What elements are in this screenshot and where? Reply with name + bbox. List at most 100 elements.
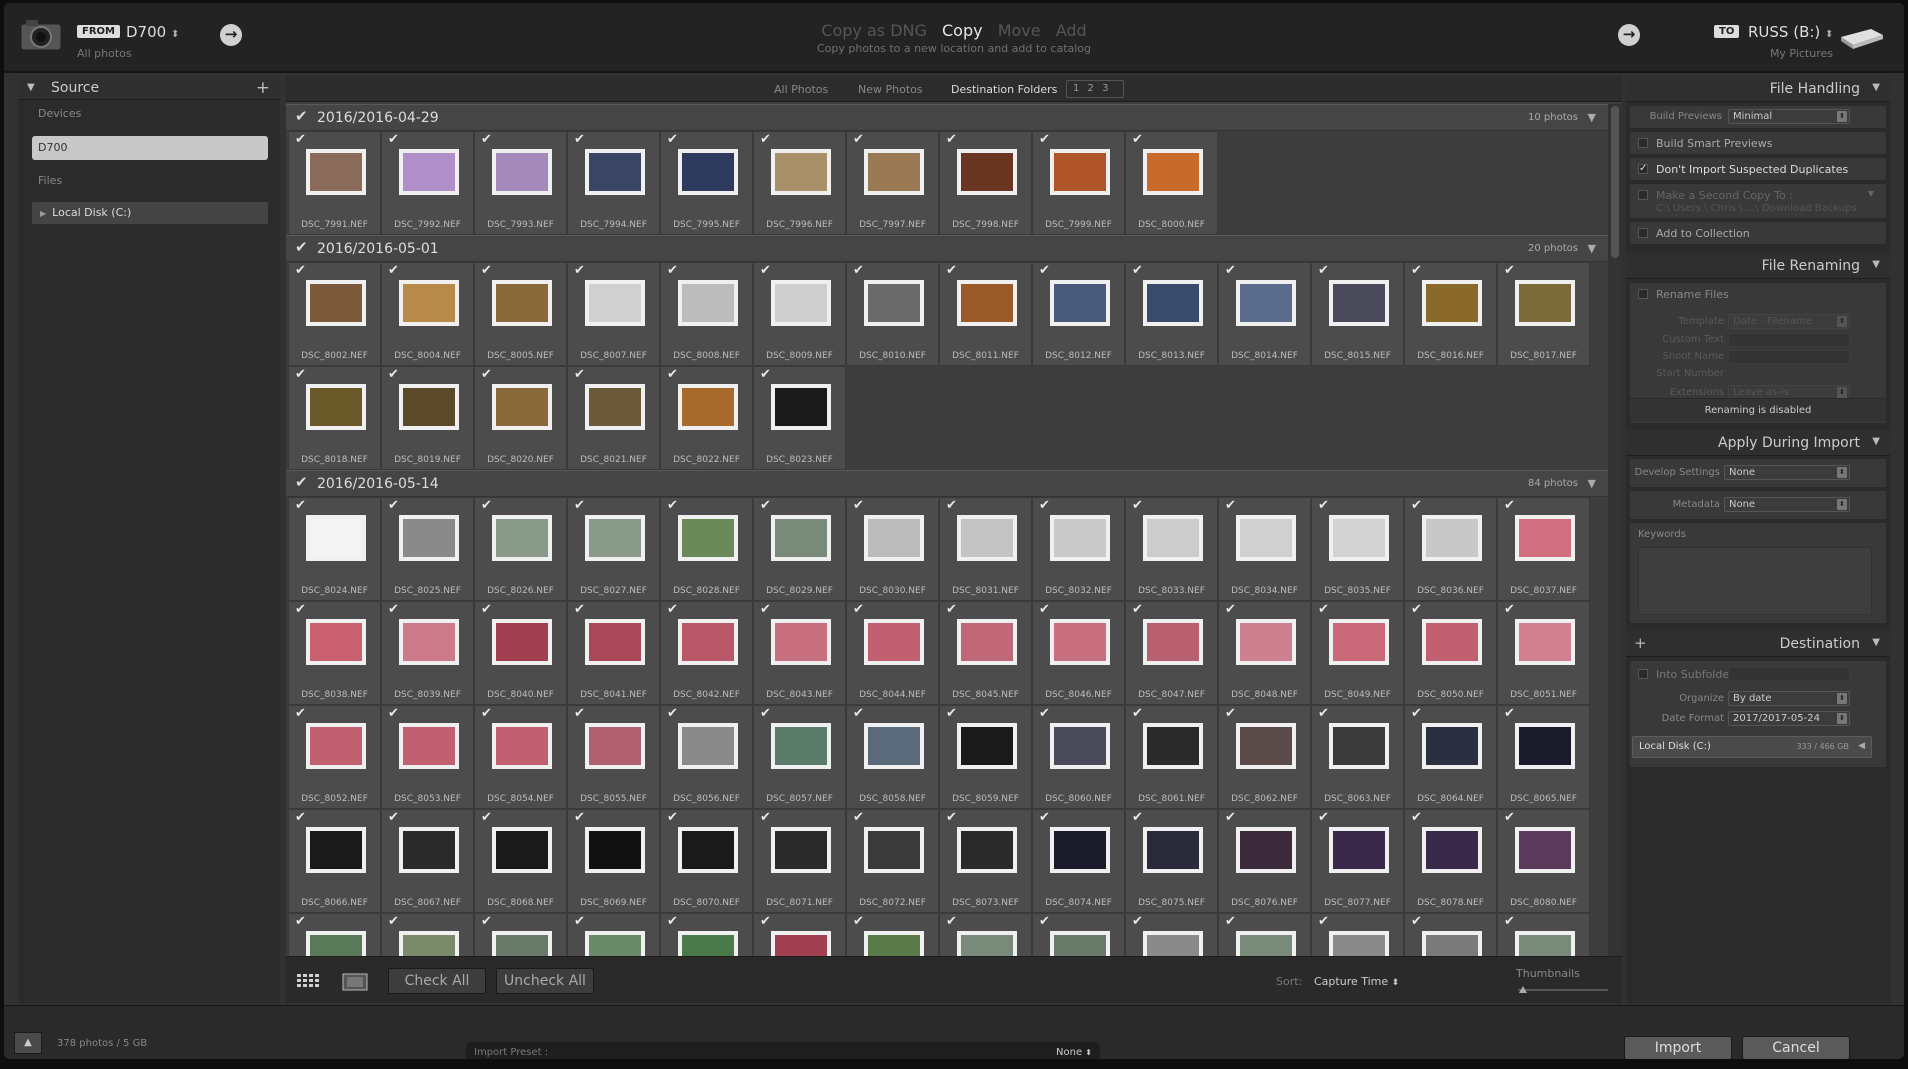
photo-preview[interactable]	[678, 384, 738, 430]
photo-checkbox-icon[interactable]: ✔	[574, 602, 585, 617]
photo-thumbnail-cell[interactable]: ✔ DSC_8030.NEF	[846, 497, 939, 601]
photo-preview[interactable]	[864, 827, 924, 873]
photo-preview[interactable]	[678, 619, 738, 665]
photo-preview[interactable]	[1143, 827, 1203, 873]
photo-checkbox-icon[interactable]: ✔	[574, 810, 585, 825]
photo-checkbox-icon[interactable]: ✔	[760, 602, 771, 617]
local-disk-item[interactable]: ▶ Local Disk (C:)	[32, 202, 268, 224]
photo-checkbox-icon[interactable]: ✔	[1225, 706, 1236, 721]
photo-checkbox-icon[interactable]: ✔	[481, 367, 492, 382]
photo-preview[interactable]	[864, 619, 924, 665]
photo-thumbnail-cell[interactable]: ✔ DSC_8035.NEF	[1311, 497, 1404, 601]
photo-checkbox-icon[interactable]: ✔	[295, 914, 306, 929]
grid-view-icon[interactable]	[296, 973, 322, 991]
folder-header[interactable]: ✔ 2016/2016-05-14 84 photos ▼	[286, 470, 1608, 497]
photo-checkbox-icon[interactable]: ✔	[388, 367, 399, 382]
photo-thumbnail-cell[interactable]: ✔ DSC_8061.NEF	[1125, 705, 1218, 809]
photo-thumbnail-cell[interactable]: ✔ DSC_8020.NEF	[474, 366, 567, 470]
photo-preview[interactable]	[1515, 723, 1575, 769]
photo-thumbnail-cell[interactable]: ✔ DSC_8038.NEF	[288, 601, 381, 705]
photo-preview[interactable]	[492, 619, 552, 665]
photo-preview[interactable]	[492, 149, 552, 195]
metadata-dropdown[interactable]: None ⬍	[1724, 497, 1850, 512]
photo-checkbox-icon[interactable]: ✔	[853, 602, 864, 617]
photo-checkbox-icon[interactable]: ✔	[481, 132, 492, 147]
photo-checkbox-icon[interactable]: ✔	[760, 498, 771, 513]
photo-preview[interactable]	[585, 384, 645, 430]
photo-checkbox-icon[interactable]: ✔	[481, 602, 492, 617]
photo-preview[interactable]	[957, 827, 1017, 873]
photo-thumbnail-cell[interactable]: ✔	[567, 913, 660, 956]
tab-destination-folders[interactable]: Destination Folders	[951, 83, 1057, 96]
photo-checkbox-icon[interactable]: ✔	[1039, 263, 1050, 278]
photo-thumbnail-cell[interactable]: ✔ DSC_8028.NEF	[660, 497, 753, 601]
photo-thumbnail-cell[interactable]: ✔ DSC_8024.NEF	[288, 497, 381, 601]
photo-preview[interactable]	[1329, 619, 1389, 665]
photo-preview[interactable]	[1050, 149, 1110, 195]
folder-header[interactable]: ✔ 2016/2016-04-29 10 photos ▼	[286, 104, 1608, 131]
photo-checkbox-icon[interactable]: ✔	[1504, 706, 1515, 721]
photo-checkbox-icon[interactable]: ✔	[1318, 498, 1329, 513]
photo-checkbox-icon[interactable]: ✔	[1318, 706, 1329, 721]
photo-checkbox-icon[interactable]: ✔	[1318, 914, 1329, 929]
photo-checkbox-icon[interactable]: ✔	[295, 498, 306, 513]
photo-preview[interactable]	[1050, 515, 1110, 561]
photo-checkbox-icon[interactable]: ✔	[1318, 810, 1329, 825]
photo-preview[interactable]	[1236, 619, 1296, 665]
photo-thumbnail-cell[interactable]: ✔ DSC_8073.NEF	[939, 809, 1032, 913]
subfolder-name-field[interactable]	[1728, 667, 1850, 681]
mode-copy[interactable]: Copy	[942, 21, 983, 40]
photo-checkbox-icon[interactable]: ✔	[667, 810, 678, 825]
photo-checkbox-icon[interactable]: ✔	[1039, 914, 1050, 929]
photo-thumbnail-cell[interactable]: ✔ DSC_8015.NEF	[1311, 262, 1404, 366]
photo-preview[interactable]	[1143, 723, 1203, 769]
keywords-input[interactable]	[1638, 547, 1872, 615]
photo-checkbox-icon[interactable]: ✔	[388, 914, 399, 929]
photo-thumbnail-cell[interactable]: ✔ DSC_8076.NEF	[1218, 809, 1311, 913]
photo-thumbnail-cell[interactable]: ✔	[381, 913, 474, 956]
photo-preview[interactable]	[864, 723, 924, 769]
photo-checkbox-icon[interactable]: ✔	[295, 602, 306, 617]
photo-thumbnail-cell[interactable]: ✔ DSC_8026.NEF	[474, 497, 567, 601]
photo-checkbox-icon[interactable]: ✔	[946, 706, 957, 721]
photo-thumbnail-cell[interactable]: ✔ DSC_8052.NEF	[288, 705, 381, 809]
photo-checkbox-icon[interactable]: ✔	[388, 132, 399, 147]
photo-checkbox-icon[interactable]: ✔	[1411, 914, 1422, 929]
photo-preview[interactable]	[1515, 280, 1575, 326]
photo-preview[interactable]	[306, 384, 366, 430]
photo-preview[interactable]	[771, 827, 831, 873]
photo-thumbnail-cell[interactable]: ✔ DSC_8036.NEF	[1404, 497, 1497, 601]
photo-preview[interactable]	[1143, 280, 1203, 326]
photo-thumbnail-cell[interactable]: ✔ DSC_8075.NEF	[1125, 809, 1218, 913]
folder-checkbox-icon[interactable]: ✔	[295, 107, 308, 125]
photo-checkbox-icon[interactable]: ✔	[574, 498, 585, 513]
photo-preview[interactable]	[492, 827, 552, 873]
photo-preview[interactable]	[585, 931, 645, 956]
photo-thumbnail-cell[interactable]: ✔ DSC_8041.NEF	[567, 601, 660, 705]
photo-thumbnail-cell[interactable]: ✔ DSC_8049.NEF	[1311, 601, 1404, 705]
organize-dropdown[interactable]: By date ⬍	[1728, 691, 1850, 706]
photo-preview[interactable]	[399, 384, 459, 430]
destination-selector[interactable]: RUSS (B:) ⬍	[1748, 23, 1833, 41]
photo-thumbnail-cell[interactable]: ✔ DSC_8077.NEF	[1311, 809, 1404, 913]
custom-text-field[interactable]	[1728, 333, 1850, 347]
photo-checkbox-icon[interactable]: ✔	[760, 706, 771, 721]
photo-thumbnail-cell[interactable]: ✔ DSC_8033.NEF	[1125, 497, 1218, 601]
photo-thumbnail-cell[interactable]: ✔ DSC_8016.NEF	[1404, 262, 1497, 366]
photo-preview[interactable]	[1329, 931, 1389, 956]
photo-preview[interactable]	[492, 384, 552, 430]
photo-checkbox-icon[interactable]: ✔	[388, 498, 399, 513]
photo-checkbox-icon[interactable]: ✔	[667, 132, 678, 147]
photo-checkbox-icon[interactable]: ✔	[946, 132, 957, 147]
photo-thumbnail-cell[interactable]: ✔	[660, 913, 753, 956]
scrollbar-thumb[interactable]	[1611, 106, 1619, 258]
photo-preview[interactable]	[678, 149, 738, 195]
collapse-window-button[interactable]: ▲	[14, 1032, 42, 1054]
photo-thumbnail-cell[interactable]: ✔ DSC_8008.NEF	[660, 262, 753, 366]
photo-thumbnail-cell[interactable]: ✔ DSC_8014.NEF	[1218, 262, 1311, 366]
uncheck-all-button[interactable]: Uncheck All	[496, 968, 594, 994]
photo-preview[interactable]	[1050, 931, 1110, 956]
file-handling-header[interactable]: File Handling ▼	[1626, 76, 1890, 102]
photo-checkbox-icon[interactable]: ✔	[667, 263, 678, 278]
import-button[interactable]: Import	[1624, 1036, 1732, 1059]
